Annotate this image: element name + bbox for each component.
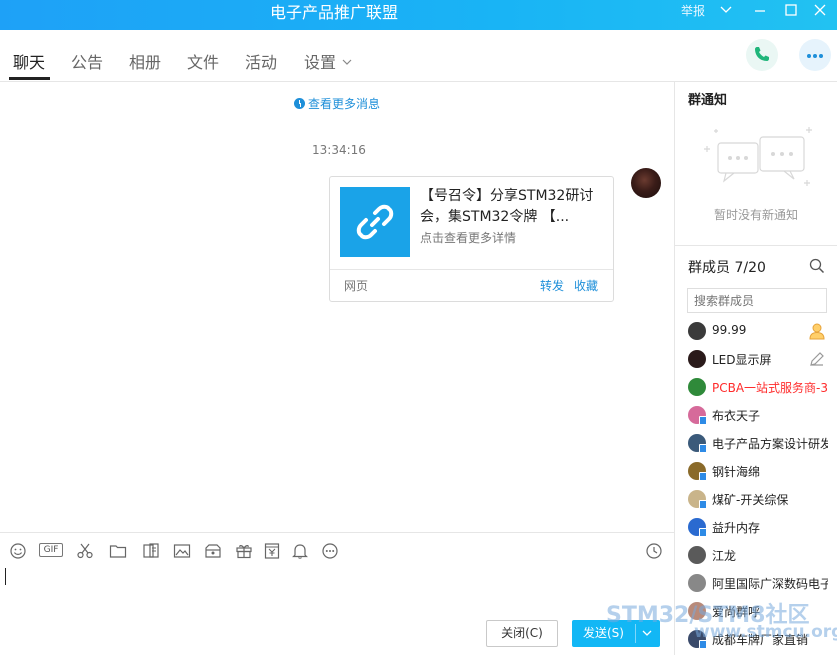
sidebar-divider (674, 82, 675, 655)
avatar (688, 574, 706, 592)
member-list-item[interactable]: 钢针海绵 (688, 460, 828, 482)
tab-settings[interactable]: 设置 (304, 49, 352, 73)
empty-notice-text: 暂时没有新通知 (713, 208, 798, 222)
tab-activities[interactable]: 活动 (245, 49, 277, 73)
avatar (688, 350, 706, 368)
chevron-down-icon[interactable] (719, 3, 737, 19)
member-name: 煤矿-开关综保 (712, 493, 789, 507)
gif-icon[interactable]: GIF (39, 543, 63, 557)
chat-area: 查看更多消息 13:34:16 【号召令】分享STM32研讨会，集STM32令牌… (0, 82, 674, 532)
member-list-item[interactable]: 益升内存 (688, 516, 828, 538)
edit-icon (808, 350, 826, 368)
phone-device-icon (699, 528, 707, 537)
input-toolbar: GIF (0, 532, 674, 568)
history-clock-icon[interactable] (645, 542, 663, 560)
more-messages-label: 查看更多消息 (307, 97, 380, 111)
member-list-item[interactable]: 布衣天子 (688, 404, 828, 426)
report-link[interactable]: 举报 (681, 2, 705, 19)
members-title: 群成员 7/20 (688, 260, 766, 276)
member-name: 99.99 (712, 323, 747, 337)
folder-icon[interactable] (109, 542, 127, 560)
call-button[interactable] (746, 39, 778, 71)
search-icon[interactable] (809, 258, 825, 274)
bell-icon[interactable] (291, 542, 309, 560)
member-list-item[interactable]: 江龙 (688, 544, 828, 566)
payment-icon[interactable] (263, 542, 281, 560)
tab-album[interactable]: 相册 (129, 49, 161, 73)
title-bar: 电子产品推广联盟 举报 (0, 0, 837, 30)
member-list-item[interactable]: 煤矿-开关综保 (688, 488, 828, 510)
member-list-item[interactable]: 阿里国际广深数码电子 (688, 572, 828, 594)
card-title: 【号召令】分享STM32研讨会，集STM32令牌 【... (420, 188, 594, 225)
member-list-item[interactable]: 99.99 (688, 320, 828, 342)
emoji-icon[interactable] (9, 542, 27, 560)
member-list-item[interactable]: LED显示屏 (688, 348, 828, 370)
active-tab-indicator (9, 77, 50, 80)
member-name: 钢针海绵 (712, 465, 761, 479)
screenshot-doc-icon[interactable] (142, 542, 160, 560)
watermark-url: www.stmcu.org.cn (694, 622, 837, 642)
close-icon[interactable] (813, 3, 831, 19)
chevron-down-icon (342, 51, 352, 70)
owner-icon (808, 322, 826, 340)
member-search-input[interactable] (687, 288, 827, 313)
card-source: 网页 (344, 279, 369, 293)
message-timestamp: 13:34:16 (312, 143, 366, 157)
tab-bar: 聊天 公告 相册 文件 活动 设置 (0, 30, 837, 82)
message-input[interactable]: 关闭(C) 发送(S) (0, 568, 674, 655)
maximize-icon[interactable] (784, 3, 802, 19)
phone-device-icon (699, 416, 707, 425)
window-title: 电子产品推广联盟 (269, 3, 398, 22)
favorite-link[interactable]: 收藏 (574, 277, 598, 294)
more-button[interactable] (799, 39, 831, 71)
minimize-icon[interactable] (753, 3, 771, 19)
avatar[interactable] (631, 168, 661, 198)
forward-link[interactable]: 转发 (540, 277, 564, 294)
phone-device-icon (699, 472, 707, 481)
empty-notice-illustration (700, 125, 815, 195)
close-button[interactable]: 关闭(C) (486, 620, 558, 647)
phone-device-icon (699, 444, 707, 453)
member-name: PCBA一站式服务商-3 (712, 381, 828, 395)
tab-chat[interactable]: 聊天 (13, 49, 45, 73)
clock-icon (293, 98, 305, 109)
tab-files[interactable]: 文件 (187, 49, 219, 73)
card-divider (330, 269, 613, 270)
text-caret (5, 568, 6, 585)
avatar (688, 378, 706, 396)
member-name: 江龙 (712, 549, 737, 563)
member-name: 阿里国际广深数码电子 (712, 577, 828, 591)
more-messages-link[interactable]: 查看更多消息 (0, 95, 674, 112)
image-icon[interactable] (173, 542, 191, 560)
more-icon (806, 48, 824, 62)
tab-settings-label: 设置 (304, 53, 337, 72)
member-name: 布衣天子 (712, 409, 761, 423)
card-subtitle: 点击查看更多详情 (420, 231, 517, 245)
group-notice-title: 群通知 (688, 93, 728, 108)
tab-announcements[interactable]: 公告 (71, 49, 103, 73)
phone-icon (753, 45, 771, 66)
sidebar-section-divider (675, 245, 837, 246)
gift-icon[interactable] (235, 542, 253, 560)
more-tools-icon[interactable] (321, 542, 339, 560)
avatar (688, 322, 706, 340)
red-packet-icon[interactable] (204, 542, 222, 560)
member-name: 益升内存 (712, 521, 761, 535)
link-icon (340, 187, 410, 257)
phone-device-icon (699, 500, 707, 509)
member-list-item[interactable]: 电子产品方案设计研发 (688, 432, 828, 454)
avatar (688, 546, 706, 564)
member-name: LED显示屏 (712, 353, 772, 367)
member-name: 电子产品方案设计研发 (712, 437, 828, 451)
scissors-icon[interactable] (76, 542, 94, 560)
link-card[interactable]: 【号召令】分享STM32研讨会，集STM32令牌 【... 点击查看更多详情 网… (329, 176, 614, 302)
member-list-item[interactable]: PCBA一站式服务商-3 (688, 376, 828, 398)
